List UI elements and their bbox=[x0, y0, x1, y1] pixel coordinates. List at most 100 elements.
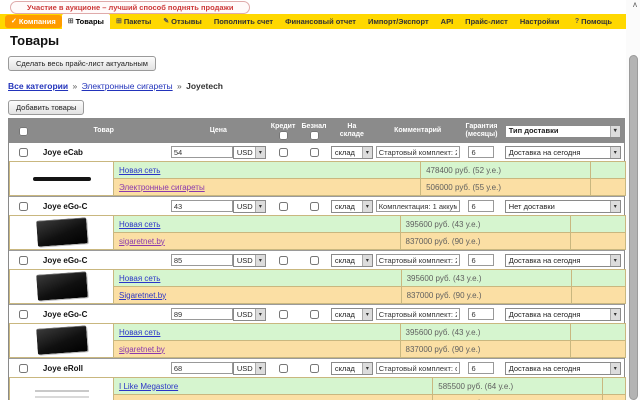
chevron-down-icon: ▾ bbox=[361, 200, 372, 212]
delivery-type-filter-select[interactable]: Тип доставки ▾ bbox=[504, 124, 621, 138]
currency-select[interactable]: USD ▾ bbox=[232, 253, 266, 267]
nav-item-import-export[interactable]: Импорт/Экспорт bbox=[362, 14, 435, 29]
make-pricelist-actual-button[interactable]: Сделать весь прайс-лист актуальным bbox=[8, 56, 156, 71]
product-group: Joye eGo-C USD ▾ склад ▾ bbox=[9, 304, 627, 358]
delivery-type-select[interactable]: Доставка на сегодня ▾ bbox=[504, 145, 621, 159]
cashless-checkbox[interactable] bbox=[309, 255, 319, 265]
warranty-input[interactable] bbox=[468, 200, 495, 212]
competitor-link[interactable]: Электронные сигареты bbox=[119, 183, 205, 192]
warranty-input[interactable] bbox=[468, 308, 495, 320]
stock-select[interactable]: склад ▾ bbox=[330, 307, 373, 321]
credit-checkbox[interactable] bbox=[278, 147, 288, 157]
product-row: Joye eGo-C USD ▾ склад ▾ bbox=[9, 251, 624, 269]
delivery-type-filter-value: Тип доставки bbox=[508, 126, 559, 135]
stock-select[interactable]: склад ▾ bbox=[330, 199, 373, 213]
currency-select[interactable]: USD ▾ bbox=[232, 361, 266, 375]
competitor-row: Новая сеть 395600 руб. (43 у.е.) bbox=[9, 269, 627, 304]
nav-item-api[interactable]: API bbox=[435, 14, 460, 29]
add-products-button[interactable]: Добавить товары bbox=[8, 100, 85, 115]
competitor-link[interactable]: Новая сеть bbox=[119, 220, 160, 229]
credit-checkbox[interactable] bbox=[278, 201, 288, 211]
nav-item-price-list[interactable]: Прайс-лист bbox=[459, 14, 514, 29]
breadcrumb-all-categories-link[interactable]: Все категории bbox=[8, 81, 68, 91]
currency-value: USD bbox=[236, 309, 253, 319]
chevron-down-icon: ▾ bbox=[361, 308, 372, 320]
competitor-link[interactable]: Новая сеть bbox=[119, 274, 160, 283]
product-select-checkbox[interactable] bbox=[19, 309, 29, 319]
stock-value: склад bbox=[334, 201, 355, 211]
competitor-link[interactable]: Новая сеть bbox=[119, 328, 160, 337]
nav-item-settings[interactable]: Настройки bbox=[514, 14, 566, 29]
breadcrumb-separator: » bbox=[72, 81, 78, 91]
cashless-checkbox[interactable] bbox=[309, 147, 319, 157]
nav-price-list-label: Прайс-лист bbox=[465, 17, 508, 26]
currency-select[interactable]: USD ▾ bbox=[232, 145, 266, 159]
credit-checkbox[interactable] bbox=[278, 309, 288, 319]
nav-item-reviews[interactable]: ✎ Отзывы bbox=[157, 14, 208, 29]
product-select-checkbox[interactable] bbox=[19, 363, 29, 373]
header-in-stock-line1: На bbox=[347, 123, 357, 130]
stock-select[interactable]: склад ▾ bbox=[330, 253, 373, 267]
vertical-scrollbar[interactable]: ᴧ bbox=[626, 0, 640, 400]
nav-item-financial-report[interactable]: Финансовый отчет bbox=[279, 14, 362, 29]
breadcrumb-category-link[interactable]: Электронные сигареты bbox=[82, 81, 173, 91]
nav-reviews-label: Отзывы bbox=[171, 17, 202, 26]
warranty-input[interactable] bbox=[468, 362, 495, 374]
product-select-checkbox[interactable] bbox=[19, 147, 29, 157]
cashless-checkbox[interactable] bbox=[309, 201, 319, 211]
currency-select[interactable]: USD ▾ bbox=[232, 307, 266, 321]
competitor-link[interactable]: sigaretnet.by bbox=[119, 237, 165, 246]
nav-item-help[interactable]: ? Помощь bbox=[569, 14, 618, 29]
select-all-checkbox[interactable] bbox=[19, 126, 29, 136]
credit-all-checkbox[interactable] bbox=[278, 130, 288, 140]
competitor-row: Новая сеть 395600 руб. (43 у.е.) bbox=[9, 323, 627, 358]
competitor-link[interactable]: I Like Megastore bbox=[119, 382, 178, 391]
competitor-link[interactable]: Sigaretnet.by bbox=[119, 291, 166, 300]
product-name: Joye eGo-C bbox=[42, 201, 88, 211]
nav-item-packages[interactable]: ⊞ Пакеты bbox=[110, 14, 157, 29]
delivery-type-select[interactable]: Доставка на сегодня ▾ bbox=[504, 253, 621, 267]
competitor-link[interactable]: sigaretnet.by bbox=[119, 345, 165, 354]
competitor-link[interactable]: Новая сеть bbox=[119, 166, 160, 175]
nav-item-top-up[interactable]: Пополнить счет bbox=[208, 14, 279, 29]
auction-notice[interactable]: Участие в аукционе – лучший способ подня… bbox=[10, 1, 251, 14]
chevron-down-icon: ▾ bbox=[361, 146, 372, 158]
comment-input[interactable] bbox=[375, 308, 460, 320]
cashless-checkbox[interactable] bbox=[309, 363, 319, 373]
credit-checkbox[interactable] bbox=[278, 255, 288, 265]
scroll-up-icon[interactable]: ᴧ bbox=[633, 0, 637, 9]
delivery-type-value: Доставка на сегодня bbox=[508, 255, 581, 265]
warranty-input[interactable] bbox=[468, 146, 495, 158]
price-input[interactable] bbox=[170, 146, 233, 158]
stock-select[interactable]: склад ▾ bbox=[330, 361, 373, 375]
nav-item-company[interactable]: ✓ Компания bbox=[5, 15, 62, 28]
cashless-checkbox[interactable] bbox=[309, 309, 319, 319]
chevron-down-icon: ▾ bbox=[609, 125, 620, 137]
delivery-type-select[interactable]: Доставка на сегодня ▾ bbox=[504, 361, 621, 375]
product-image bbox=[35, 324, 88, 355]
currency-select[interactable]: USD ▾ bbox=[232, 199, 266, 213]
product-select-checkbox[interactable] bbox=[19, 201, 29, 211]
comment-input[interactable] bbox=[375, 362, 460, 374]
warranty-input[interactable] bbox=[468, 254, 495, 266]
header-price: Цена bbox=[209, 127, 227, 134]
price-input[interactable] bbox=[170, 308, 233, 320]
product-select-checkbox[interactable] bbox=[19, 255, 29, 265]
delivery-type-select[interactable]: Нет доставки ▾ bbox=[504, 199, 621, 213]
comment-input[interactable] bbox=[375, 254, 460, 266]
price-input[interactable] bbox=[170, 200, 233, 212]
comment-input[interactable] bbox=[375, 146, 460, 158]
nav-products-label: Товары bbox=[75, 17, 104, 26]
stock-select[interactable]: склад ▾ bbox=[330, 145, 373, 159]
price-input[interactable] bbox=[170, 254, 233, 266]
nav-item-products[interactable]: ⊞ Товары bbox=[61, 14, 110, 29]
product-name: Joye eRoll bbox=[42, 363, 83, 373]
credit-checkbox[interactable] bbox=[278, 363, 288, 373]
cashless-all-checkbox[interactable] bbox=[309, 130, 319, 140]
scrollbar-thumb[interactable] bbox=[629, 55, 638, 400]
price-input[interactable] bbox=[170, 362, 233, 374]
comment-input[interactable] bbox=[375, 200, 460, 212]
competitors-table: Новая сеть 395600 руб. (43 у.е.) sigaret… bbox=[9, 323, 627, 358]
delivery-type-select[interactable]: Доставка на сегодня ▾ bbox=[504, 307, 621, 321]
delivery-type-value: Доставка на сегодня bbox=[508, 147, 581, 157]
